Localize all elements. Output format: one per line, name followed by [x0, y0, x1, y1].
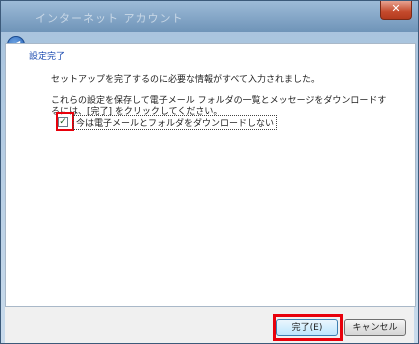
page-title: 設定完了	[29, 52, 66, 62]
window-title: インターネット アカウント	[35, 12, 184, 25]
setup-complete-text: セットアップを完了するのに必要な情報がすべて入力されました。	[51, 75, 321, 85]
no-download-option[interactable]: ✓ 今は電子メールとフォルダをダウンロードしない	[58, 114, 278, 130]
cancel-button[interactable]: キャンセル	[344, 319, 406, 336]
finish-button[interactable]: 完了(E)	[276, 319, 338, 336]
wizard-window: インターネット アカウント ✕ ◀ 設定完了 セットアップを完了するのに必要な情…	[0, 0, 419, 344]
title-bar: インターネット アカウント ✕	[1, 1, 418, 32]
no-download-checkbox[interactable]: ✓	[58, 117, 68, 127]
no-download-label[interactable]: 今は電子メールとフォルダをダウンロードしない	[73, 114, 278, 130]
wizard-content: 設定完了 セットアップを完了するのに必要な情報がすべて入力されました。 これらの…	[5, 43, 416, 307]
close-button[interactable]: ✕	[380, 1, 412, 20]
button-bar: 完了(E) キャンセル	[5, 307, 414, 343]
